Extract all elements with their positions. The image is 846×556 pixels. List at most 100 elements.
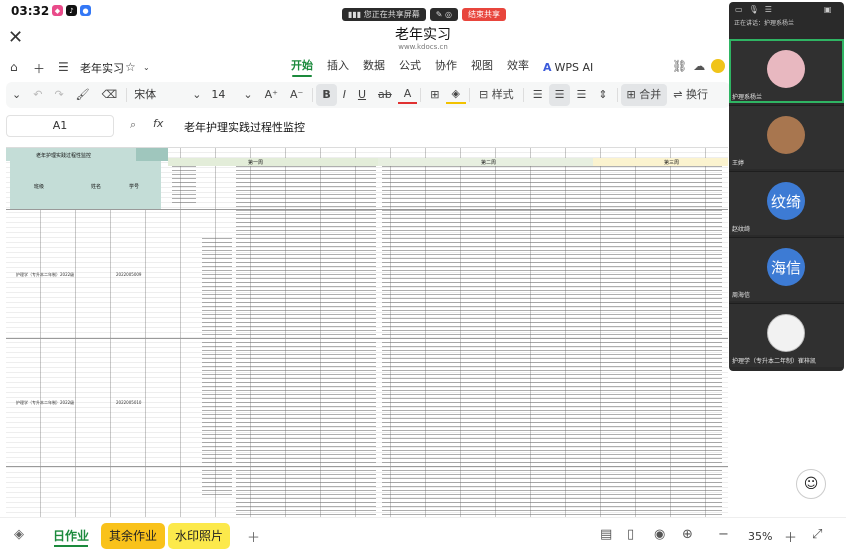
user-badge-icon[interactable]	[711, 59, 726, 73]
new-icon[interactable]: ＋	[33, 60, 45, 77]
search-icon[interactable]: ⌕	[130, 118, 136, 132]
participant-name: 王婷	[732, 160, 745, 167]
participant-tile[interactable]: 护理学（专升本二年制）崔梓凯	[729, 303, 844, 367]
tab-wps-ai[interactable]: A WPS AI	[536, 59, 600, 77]
eraser-icon[interactable]: ⌫	[96, 84, 124, 106]
vertical-align-icon[interactable]: ⇕	[592, 84, 613, 106]
sheet-tab-bar: ◈ 日作业 其余作业 水印照片 ＋ ▤ ▯ ◉ ⊕ − 35% ＋ ⤢	[0, 517, 846, 556]
divider	[126, 88, 128, 102]
participant-tile[interactable]: 海信 周海信	[729, 237, 844, 301]
font-name-select[interactable]: 宋体	[130, 84, 186, 106]
underline-button[interactable]: U	[352, 84, 372, 106]
table-icon[interactable]: ▤	[600, 527, 612, 542]
tab-data[interactable]: 数据	[356, 59, 392, 77]
home-icon[interactable]: ⌂	[10, 60, 18, 74]
formula-input[interactable]: 老年护理实践过程性监控	[184, 119, 305, 135]
sheet-title-cell: 老年护理实践过程性监控	[36, 153, 92, 159]
tab-formula[interactable]: 公式	[392, 59, 428, 77]
increase-font-icon[interactable]: A⁺	[259, 84, 284, 106]
zoom-out-icon[interactable]: −	[718, 527, 729, 542]
style-button[interactable]: ⊟ 样式	[473, 84, 520, 106]
cell-text-block	[172, 166, 196, 206]
align-center-icon[interactable]: ☰	[548, 84, 571, 106]
col-header-class: 班级	[34, 184, 45, 190]
annotate-icon[interactable]: ✎ ◎	[429, 8, 458, 21]
avatar: 纹绮	[767, 182, 805, 220]
chevron-down-icon[interactable]: ⌄	[186, 84, 207, 106]
sheet-tab-watermark[interactable]: 水印照片	[168, 523, 230, 549]
spreadsheet-grid[interactable]: 老年护理实践过程性监控 第一周 第二周 第三周 班级 姓名 学号 护理学（专升本…	[6, 147, 728, 517]
week-2-label: 第二周	[481, 160, 497, 166]
list-icon[interactable]: ☰	[765, 5, 772, 14]
avatar: 海信	[767, 248, 805, 286]
camera-icon[interactable]: ▣	[824, 5, 832, 14]
window-icon[interactable]: ▭	[735, 5, 743, 14]
participant-tile[interactable]: 纹绮 赵纹绮	[729, 171, 844, 235]
border-icon[interactable]: ⊞	[424, 84, 445, 106]
link-icon[interactable]: ⛓	[672, 59, 687, 73]
strikethrough-button[interactable]: ab	[372, 84, 398, 106]
undo-icon[interactable]: ↶	[27, 84, 48, 106]
participant-name: 赵纹绮	[732, 226, 751, 233]
fill-color-icon[interactable]: ◈	[445, 86, 466, 104]
chevron-down-icon[interactable]: ⌄	[237, 84, 258, 106]
star-icon[interactable]: ☆	[125, 60, 136, 74]
cell-text-block	[236, 166, 376, 516]
redo-icon[interactable]: ↷	[48, 84, 69, 106]
align-right-icon[interactable]: ☰	[570, 84, 592, 106]
menu-icon[interactable]: ☰	[58, 60, 69, 74]
tab-insert[interactable]: 插入	[320, 59, 356, 77]
row-class-cell: 护理学（专升本二年制）2022级	[16, 400, 75, 405]
header-right-icons: ⛓ ☁	[672, 59, 726, 73]
add-sheet-icon[interactable]: ＋	[247, 527, 260, 546]
sheet-tab-other[interactable]: 其余作业	[101, 523, 165, 549]
freeze-icon[interactable]: ⊕	[682, 527, 693, 542]
row-divider	[6, 466, 728, 467]
eye-icon[interactable]: ◉	[654, 527, 665, 542]
col-header-id: 学号	[129, 184, 140, 190]
zoom-level[interactable]: 35%	[748, 530, 772, 543]
divider	[312, 88, 314, 102]
participant-tile[interactable]: 王婷	[729, 105, 844, 169]
italic-button[interactable]: I	[337, 84, 352, 106]
fullscreen-icon[interactable]: ⤢	[812, 527, 822, 542]
decrease-font-icon[interactable]: A⁻	[284, 84, 309, 106]
document-title: 老年实习	[395, 27, 451, 43]
bold-button[interactable]: B	[316, 84, 337, 106]
font-size-select[interactable]: 14	[207, 84, 237, 106]
tab-collab[interactable]: 协作	[428, 59, 464, 77]
app-icon: ◆	[52, 5, 63, 16]
chevron-down-icon[interactable]: ⌄	[6, 84, 27, 106]
fx-icon[interactable]: fx	[153, 117, 163, 130]
meeting-controls: ▭ 🎙 ☰ ▣	[729, 2, 844, 16]
col-header-name: 姓名	[91, 184, 102, 190]
cell-text-block	[202, 238, 232, 498]
format-painter-icon[interactable]: 🖌	[70, 84, 96, 106]
wrap-button[interactable]: ⇌ 换行	[667, 84, 714, 106]
tab-home[interactable]: 开始	[284, 59, 320, 77]
merge-button[interactable]: ⊞ 合并	[620, 84, 668, 106]
avatar	[767, 50, 805, 88]
zoom-in-icon[interactable]: ＋	[784, 527, 797, 546]
tab-view[interactable]: 视图	[464, 59, 500, 77]
tab-efficiency[interactable]: 效率	[500, 59, 536, 77]
align-left-icon[interactable]: ☰	[527, 84, 549, 106]
cloud-icon[interactable]: ☁	[693, 59, 705, 73]
page-icon[interactable]: ▯	[627, 527, 634, 542]
participant-name: 周海信	[732, 292, 751, 299]
tiktok-icon: ♪	[66, 5, 77, 16]
participant-tile[interactable]: 护理系杨兰	[729, 39, 844, 103]
sheet-tab-daily[interactable]: 日作业	[44, 523, 98, 549]
layers-icon[interactable]: ◈	[14, 527, 24, 542]
divider	[616, 88, 618, 102]
cell-reference-box[interactable]: A1	[6, 115, 114, 137]
mic-icon[interactable]: 🎙	[749, 5, 759, 14]
end-share-button[interactable]: 结束共享	[461, 8, 506, 21]
font-color-icon[interactable]: A	[397, 86, 418, 104]
file-name[interactable]: 老年实习	[80, 60, 124, 76]
status-bar: 03:32 ◆ ♪ ● ▮▮▮ 您正在共享屏幕 ✎ ◎ 结束共享	[0, 0, 846, 22]
divider	[522, 88, 524, 102]
assistant-float-icon[interactable]: ☺	[796, 469, 826, 499]
meeting-panel: ▭ 🎙 ☰ ▣ 正在讲话：护理系杨兰 护理系杨兰 王婷 纹绮 赵纹绮 海信 周海…	[729, 2, 844, 371]
chevron-down-icon[interactable]: ⌄	[143, 63, 150, 72]
